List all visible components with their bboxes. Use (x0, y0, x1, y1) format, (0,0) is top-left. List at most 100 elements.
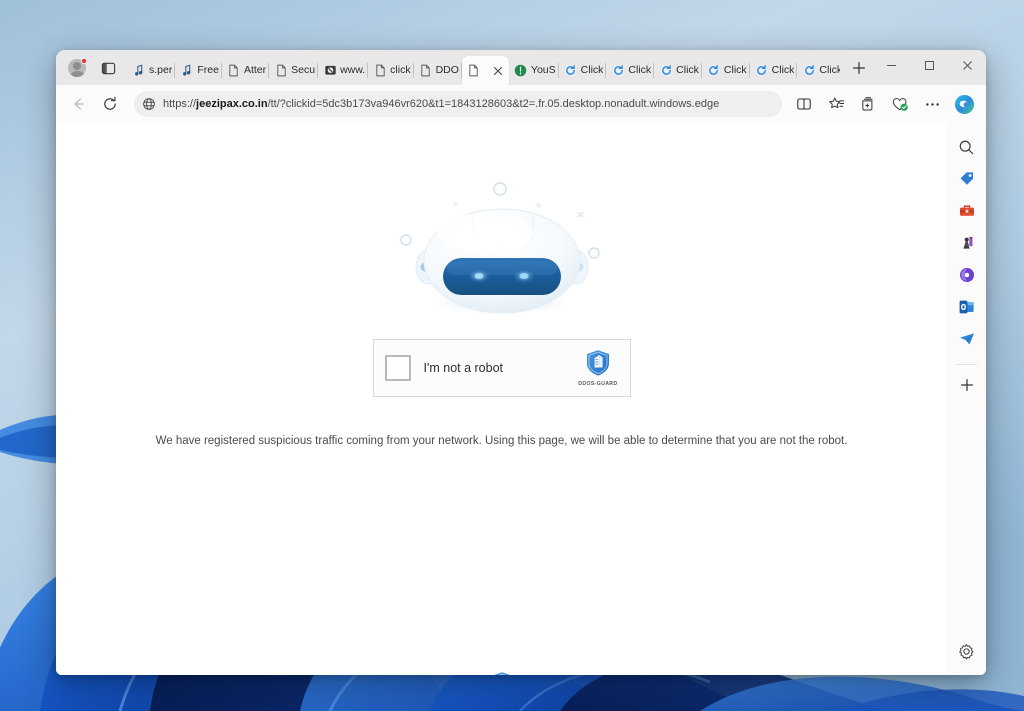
back-button[interactable] (64, 90, 92, 118)
close-icon (962, 60, 972, 70)
footer-ddos-guard-logo: DDOS-GUARD (56, 671, 947, 675)
collections-button[interactable] (854, 90, 882, 118)
tab[interactable]: YouS (509, 56, 559, 85)
tab[interactable]: Click (654, 56, 702, 85)
tab[interactable]: Click (797, 56, 840, 85)
sidebar-search-button[interactable] (953, 133, 981, 161)
page-icon (276, 64, 286, 77)
tab-title: click (390, 64, 411, 76)
page-icon (375, 64, 385, 77)
captcha-widget[interactable]: I'm not a robot DDOS-GUARD (372, 339, 631, 397)
split-screen-button[interactable] (790, 90, 818, 118)
browser-toolbar: https://jeezipax.co.in/tt/?clickid=5dc3b… (56, 85, 986, 123)
sidebar-add-button[interactable] (953, 371, 981, 399)
page-icon (467, 64, 481, 78)
tab-actions-button[interactable] (95, 55, 121, 81)
address-bar[interactable]: https://jeezipax.co.in/tt/?clickid=5dc3b… (134, 91, 782, 117)
music-note-icon (132, 64, 146, 78)
copilot-icon (954, 94, 974, 114)
settings-more-button[interactable] (918, 90, 946, 118)
refresh-button[interactable] (96, 90, 124, 118)
tab-title: Click (676, 64, 699, 76)
tab-title: Secu (291, 64, 316, 76)
page-icon (421, 64, 430, 77)
shield-icon (493, 672, 510, 675)
tab[interactable]: DDO (414, 56, 463, 85)
green-badge-icon (515, 64, 527, 77)
sidebar-divider (956, 364, 977, 365)
edge-sidebar (947, 123, 986, 675)
tab-title: YouS (530, 64, 556, 76)
tab[interactable]: Click (559, 56, 607, 85)
copilot-button[interactable] (950, 90, 978, 118)
search-icon (959, 140, 974, 154)
profile-avatar-button[interactable] (64, 55, 90, 81)
music-note-icon (180, 64, 194, 78)
new-tab-button[interactable] (846, 55, 872, 81)
tab-title: s.per (149, 64, 173, 76)
captcha-checkbox[interactable] (384, 355, 411, 381)
url-host: jeezipax.co.in (196, 98, 268, 110)
tab[interactable]: Secu (269, 56, 319, 85)
minimize-icon (886, 64, 896, 66)
shield-icon (586, 350, 609, 376)
page-icon (227, 64, 241, 78)
sidebar-telegram-button[interactable] (953, 325, 981, 353)
refresh-blue-icon (659, 64, 673, 78)
tab[interactable]: Atter (222, 56, 270, 85)
content-area: I'm not a robot DDOS-GUARD We have regis… (56, 123, 986, 675)
tab[interactable]: Free (175, 56, 222, 85)
page-icon (229, 64, 239, 77)
sidebar-games-button[interactable] (953, 229, 981, 257)
web-page: I'm not a robot DDOS-GUARD We have regis… (56, 123, 947, 675)
tab-strip: s.per Free Atter Secu www. click DDO YouS Click C… (56, 50, 986, 85)
microsoft365-icon (959, 268, 974, 282)
robot-head-illustration (387, 175, 617, 325)
plus-icon (960, 379, 973, 391)
sidebar-tools-button[interactable] (953, 197, 981, 225)
tab[interactable]: click (368, 56, 415, 85)
refresh-blue-icon (612, 64, 625, 77)
tab[interactable]: Click (606, 56, 654, 85)
tab[interactable]: s.per (127, 56, 176, 85)
tab[interactable]: www. (318, 56, 369, 85)
telegram-paperplane-icon (959, 333, 974, 345)
profile-alert-dot (81, 58, 87, 64)
back-arrow-icon (74, 98, 84, 110)
tab[interactable]: Click (750, 56, 798, 85)
sidebar-outlook-button[interactable] (953, 293, 981, 321)
tools-icon (959, 205, 974, 216)
sidebar-settings-button[interactable] (953, 637, 981, 665)
refresh-blue-icon (755, 64, 768, 77)
tab-title: www. (340, 64, 366, 76)
page-icon (274, 64, 288, 78)
suspicious-traffic-notice: We have registered suspicious traffic co… (155, 435, 848, 447)
tab-title: Click (723, 64, 747, 76)
close-button[interactable] (948, 50, 986, 80)
refresh-blue-icon (708, 64, 720, 77)
sidebar-microsoft365-button[interactable] (953, 261, 981, 289)
tab-title: Click (628, 64, 652, 76)
tab-title: Click (580, 64, 604, 76)
gear-icon (959, 643, 974, 660)
browser-essentials-button[interactable] (886, 90, 914, 118)
tab-title: Click (819, 64, 840, 76)
minimize-button[interactable] (872, 50, 910, 80)
maximize-button[interactable] (910, 50, 948, 80)
page-icon (419, 64, 433, 78)
globe-icon (143, 98, 155, 110)
tab[interactable]: Click (702, 56, 750, 85)
maximize-icon (924, 60, 934, 70)
refresh-icon (104, 96, 116, 110)
refresh-blue-icon (564, 64, 577, 77)
refresh-blue-icon (707, 64, 721, 78)
blocked-icon (323, 64, 337, 78)
green-badge-icon (514, 64, 528, 78)
favorites-button[interactable] (822, 90, 850, 118)
tab-title: DDO (435, 64, 459, 76)
tab-close-button[interactable] (490, 63, 506, 79)
sidebar-shopping-button[interactable] (953, 165, 981, 193)
url-path: /tt/?clickid=5dc3b173va946vr620&t1=18431… (267, 98, 720, 110)
captcha-label: I'm not a robot (423, 361, 504, 375)
tab-active[interactable] (461, 56, 509, 85)
